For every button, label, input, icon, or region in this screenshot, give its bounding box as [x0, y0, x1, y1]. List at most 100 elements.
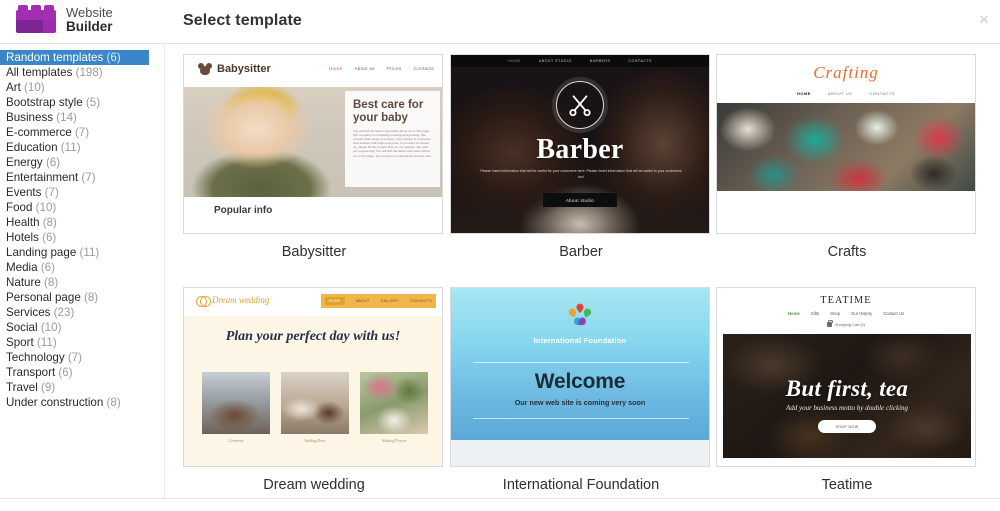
sidebar-item-count: (10) — [24, 81, 45, 94]
hero-subtitle: Add your business motto by double clicki… — [785, 404, 909, 412]
site-logo: Babysitter — [198, 63, 271, 75]
sidebar-item-label: Media — [6, 261, 41, 274]
sidebar-item-all-templates[interactable]: All templates (198) — [0, 65, 164, 80]
sidebar-item-count: (6) — [106, 51, 121, 64]
site-name: Dream wedding — [212, 295, 270, 305]
sidebar-item-bootstrap-style[interactable]: Bootstrap style (5) — [0, 95, 164, 110]
sidebar-item-e-commerce[interactable]: E-commerce (7) — [0, 125, 164, 140]
sidebar-item-sport[interactable]: Sport (11) — [0, 335, 164, 350]
template-preview[interactable]: International Foundation Welcome Our new… — [450, 287, 710, 467]
gallery-image — [202, 372, 270, 434]
sidebar-item-label: Entertainment — [6, 171, 82, 184]
sidebar-item-entertainment[interactable]: Entertainment (7) — [0, 170, 164, 185]
sidebar-item-health[interactable]: Health (8) — [0, 215, 164, 230]
sidebar-item-landing-page[interactable]: Landing page (11) — [0, 245, 164, 260]
sidebar-item-label: Landing page — [6, 246, 80, 259]
sidebar-item-label: Business — [6, 111, 57, 124]
sidebar-item-count: (8) — [44, 276, 59, 289]
template-card-dream-wedding[interactable]: Dream wedding HOME ABOUT GALLERY CONTACT… — [183, 287, 445, 493]
sidebar-item-education[interactable]: Education (11) — [0, 140, 164, 155]
hero-cta-button[interactable]: About studio — [543, 193, 617, 207]
footer-heading: Popular info — [214, 205, 273, 216]
sidebar-item-energy[interactable]: Energy (6) — [0, 155, 164, 170]
preview-body: Crafting HOME ABOUT US CONTACTS — [717, 55, 975, 233]
sidebar-item-food[interactable]: Food (10) — [0, 200, 164, 215]
hero-cta-button[interactable]: SHOP NOW — [818, 420, 876, 433]
sidebar-item-count: (11) — [36, 336, 57, 349]
sidebar-item-count: (11) — [60, 141, 81, 154]
hero-image — [717, 103, 975, 191]
sidebar-item-events[interactable]: Events (7) — [0, 185, 164, 200]
sidebar-item-business[interactable]: Business (14) — [0, 110, 164, 125]
sidebar-item-label: Travel — [6, 381, 42, 394]
nav-item: Shop — [830, 311, 841, 316]
preview-body: Dream wedding HOME ABOUT GALLERY CONTACT… — [184, 288, 442, 466]
nav-item: Home — [788, 311, 800, 316]
site-name: Babysitter — [217, 63, 271, 75]
nav-item: Prices — [386, 66, 402, 71]
logo-line-2: Builder — [66, 18, 113, 34]
sidebar-item-label: Bootstrap style — [6, 96, 86, 109]
template-card-barber[interactable]: HOME ABOUT STUDIO BARBERS CONTACTS Barbe… — [450, 54, 712, 260]
hero-subtitle: Our new web site is coming very soon — [514, 398, 646, 407]
sidebar-item-count: (6) — [45, 156, 61, 169]
hero-heading: Plan your perfect day with us! — [225, 329, 401, 344]
template-preview[interactable]: Babysitter Home About as Prices Contacts… — [183, 54, 443, 234]
template-card-teatime[interactable]: TEATIME Home Gifts Shop Our History Cont… — [716, 287, 978, 493]
nav-item: Our History — [851, 311, 873, 316]
sidebar-item-label: Services — [6, 306, 54, 319]
sidebar-item-count: (6) — [58, 366, 73, 379]
sidebar-item-label: Energy — [6, 156, 46, 169]
template-caption: Crafts — [827, 244, 867, 260]
sidebar-item-count: (9) — [41, 381, 56, 394]
rings-icon — [196, 295, 211, 307]
template-card-babysitter[interactable]: Babysitter Home About as Prices Contacts… — [183, 54, 445, 260]
sidebar-item-art[interactable]: Art (10) — [0, 80, 164, 95]
sidebar-item-transport[interactable]: Transport (6) — [0, 365, 164, 380]
sidebar-item-nature[interactable]: Nature (8) — [0, 275, 164, 290]
hero-body: You will find the latest information abo… — [353, 129, 432, 158]
sidebar-item-services[interactable]: Services (23) — [0, 305, 164, 320]
template-caption: Barber — [559, 244, 603, 260]
hero-text-panel: Best care for your baby You will find th… — [345, 91, 440, 187]
sidebar-item-social[interactable]: Social (10) — [0, 320, 164, 335]
nav-item: Gifts — [810, 311, 820, 316]
sidebar-item-under-construction[interactable]: Under construction (8) — [0, 395, 164, 410]
preview-hero: HOME ABOUT STUDIO BARBERS CONTACTS Barbe… — [451, 55, 709, 233]
nav-item: ABOUT — [355, 299, 370, 303]
site-logo: Dream wedding — [196, 295, 270, 307]
template-preview[interactable]: TEATIME Home Gifts Shop Our History Cont… — [716, 287, 976, 467]
divider — [473, 418, 689, 419]
sidebar-item-travel[interactable]: Travel (9) — [0, 380, 164, 395]
dialog-footer — [0, 498, 1000, 511]
sidebar-item-count: (8) — [42, 216, 57, 229]
template-caption: Babysitter — [281, 244, 347, 260]
template-card-crafts[interactable]: Crafting HOME ABOUT US CONTACTS Crafts — [716, 54, 978, 260]
nav-item: GALLERY — [380, 299, 400, 303]
select-template-dialog: Website Builder Select template × Random… — [0, 0, 1000, 511]
sidebar-item-label: Social — [6, 321, 41, 334]
sidebar-item-technology[interactable]: Technology (7) — [0, 350, 164, 365]
sidebar-item-personal-page[interactable]: Personal page (8) — [0, 290, 164, 305]
sidebar-item-media[interactable]: Media (6) — [0, 260, 164, 275]
scissors-icon — [569, 95, 591, 117]
preview-hero: But first, tea Add your business motto b… — [723, 334, 971, 458]
close-icon[interactable]: × — [973, 9, 995, 31]
gallery-label: Ceremony — [228, 439, 244, 443]
sidebar-item-label: Random templates — [6, 51, 107, 64]
template-preview[interactable]: HOME ABOUT STUDIO BARBERS CONTACTS Barbe… — [450, 54, 710, 234]
sidebar-item-count: (14) — [56, 111, 77, 124]
template-preview[interactable]: Dream wedding HOME ABOUT GALLERY CONTACT… — [183, 287, 443, 467]
gallery-item: Wedding Flowers — [360, 372, 428, 443]
app-logo[interactable]: Website Builder — [14, 5, 113, 35]
site-name: Crafting — [813, 63, 879, 82]
sidebar-item-count: (23) — [53, 306, 75, 319]
template-card-international-foundation[interactable]: International Foundation Welcome Our new… — [450, 287, 712, 493]
sidebar-item-label: Personal page — [6, 291, 84, 304]
sidebar-item-random-templates[interactable]: Random templates (6) — [0, 50, 149, 65]
gallery-item: Ceremony — [202, 372, 270, 443]
preview-footer — [717, 191, 975, 233]
template-preview[interactable]: Crafting HOME ABOUT US CONTACTS — [716, 54, 976, 234]
sidebar-item-hotels[interactable]: Hotels (6) — [0, 230, 164, 245]
sidebar-item-count: (198) — [75, 66, 103, 79]
